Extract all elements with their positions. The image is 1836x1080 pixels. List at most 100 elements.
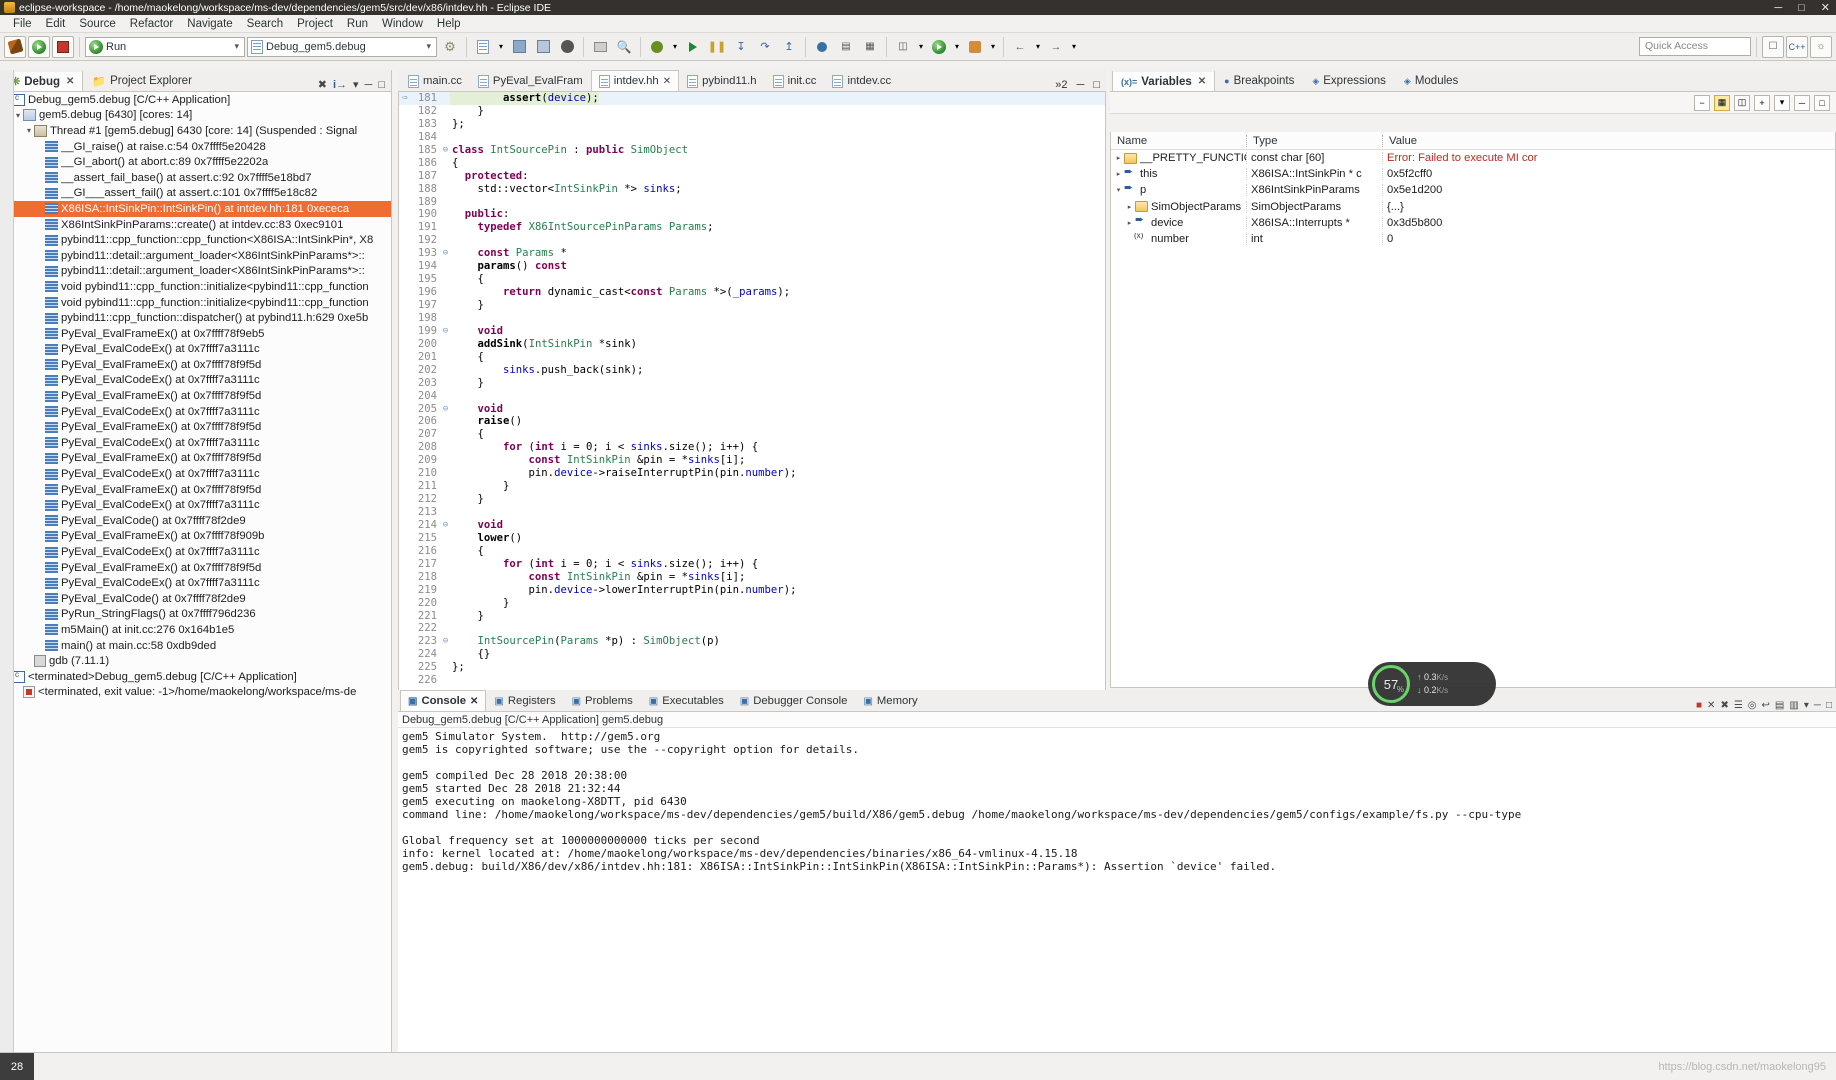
menu-item-navigate[interactable]: Navigate (180, 15, 239, 33)
close-icon[interactable]: ✕ (66, 76, 74, 87)
resume-debug-button[interactable] (682, 36, 704, 58)
back-dropdown[interactable]: ▾ (1033, 36, 1043, 58)
code-line[interactable]: 203 } (399, 377, 1105, 390)
menu-item-search[interactable]: Search (240, 15, 290, 33)
debug-tree-row[interactable]: pybind11::detail::argument_loader<X86Int… (0, 264, 391, 280)
editor-tab-overflow-badge[interactable]: »2 (1055, 79, 1067, 91)
expand-arrow-icon[interactable]: ▾ (13, 111, 23, 120)
debug-dropdown-button[interactable]: ▾ (670, 36, 680, 58)
forward-dropdown[interactable]: ▾ (1069, 36, 1079, 58)
code-line[interactable]: 216 { (399, 545, 1105, 558)
menu-item-source[interactable]: Source (72, 15, 122, 33)
layout-columns-icon[interactable]: ◫ (1734, 95, 1750, 111)
menu-item-file[interactable]: File (6, 15, 39, 33)
debug-stack-tree[interactable]: ▾Debug_gem5.debug [C/C++ Application]▾ge… (0, 92, 391, 1052)
tab-project-explorer[interactable]: 📁 Project Explorer (83, 70, 201, 91)
build-button[interactable] (4, 36, 26, 58)
menu-item-project[interactable]: Project (290, 15, 340, 33)
variables-table-row[interactable]: ▸thisX86ISA::IntSinkPin * c0x5f2cff0 (1111, 166, 1835, 182)
debug-tree-row[interactable]: PyEval_EvalCode() at 0x7ffff78f2de9 (0, 591, 391, 607)
code-line[interactable]: 217 for (int i = 0; i < sinks.size(); i+… (399, 558, 1105, 571)
forward-button[interactable]: → (1045, 36, 1067, 58)
debug-tree-row[interactable]: X86IntSinkPinParams::create() at intdev.… (0, 217, 391, 233)
fold-collapse-icon[interactable]: ⊖ (441, 325, 450, 338)
debug-tree-row[interactable]: PyEval_EvalFrameEx() at 0x7ffff78f9f5d (0, 451, 391, 467)
remove-launch-icon[interactable]: ✕ (1707, 700, 1715, 711)
new-dropdown-button[interactable]: ▾ (496, 36, 506, 58)
tab-problems[interactable]: ▣Problems (564, 690, 641, 711)
debug-tree-row[interactable]: PyEval_EvalFrameEx() at 0x7ffff78f9eb5 (0, 326, 391, 342)
code-line[interactable]: 196 return dynamic_cast<const Params *>(… (399, 286, 1105, 299)
run-external-button[interactable] (928, 36, 950, 58)
code-line[interactable]: 205⊖ void (399, 403, 1105, 416)
code-line[interactable]: 226 (399, 674, 1105, 687)
code-line[interactable]: 199⊖ void (399, 325, 1105, 338)
suspend-button[interactable]: ❚❚ (706, 36, 728, 58)
code-line[interactable]: 202 sinks.push_back(sink); (399, 364, 1105, 377)
code-line[interactable]: 200 addSink(IntSinkPin *sink) (399, 338, 1105, 351)
variables-table-row[interactable]: ▸SimObjectParamsSimObjectParams{...} (1111, 199, 1835, 215)
debug-tree-row[interactable]: PyEval_EvalCodeEx() at 0x7ffff7a3111c (0, 497, 391, 513)
close-icon[interactable]: ✕ (1198, 76, 1206, 87)
toggle-breakpoint-button[interactable] (811, 36, 833, 58)
code-line[interactable]: 210 pin.device->raiseInterruptPin(pin.nu… (399, 467, 1105, 480)
maximize-window-button[interactable]: □ (1798, 2, 1805, 14)
minimize-icon[interactable]: ─ (1077, 79, 1085, 91)
run-dropdown[interactable]: ▾ (952, 36, 962, 58)
editor-tab-pybind11-h[interactable]: pybind11.h (679, 70, 764, 91)
layout-grid-icon[interactable]: ▦ (1714, 95, 1730, 111)
expand-arrow-icon[interactable]: ▸ (1124, 203, 1135, 211)
debug-tree-row[interactable]: PyEval_EvalCodeEx() at 0x7ffff7a3111c (0, 373, 391, 389)
debug-tree-row[interactable]: main() at main.cc:58 0xdb9ded (0, 638, 391, 654)
debug-tree-row[interactable]: __GI_raise() at raise.c:54 0x7ffff5e2042… (0, 139, 391, 155)
new-watch-icon[interactable]: + (1754, 95, 1770, 111)
code-line[interactable]: 209 const IntSinkPin &pin = *sinks[i]; (399, 454, 1105, 467)
debug-tree-row[interactable]: pybind11::cpp_function::cpp_function<X86… (0, 232, 391, 248)
console-output[interactable]: gem5 Simulator System. http://gem5.orgge… (398, 728, 1836, 1052)
menu-item-edit[interactable]: Edit (39, 15, 73, 33)
debug-tree-row[interactable]: PyEval_EvalFrameEx() at 0x7ffff78f9f5d (0, 419, 391, 435)
code-line[interactable]: 190 public: (399, 208, 1105, 221)
debug-tree-row[interactable]: PyEval_EvalCodeEx() at 0x7ffff7a3111c (0, 404, 391, 420)
collapse-all-icon[interactable]: ✖ (318, 78, 327, 91)
menu-item-help[interactable]: Help (430, 15, 468, 33)
debug-tree-row[interactable]: ▾<terminated>Debug_gem5.debug [C/C++ App… (0, 669, 391, 685)
maximize-icon[interactable]: □ (378, 79, 385, 91)
code-line[interactable]: 224 {} (399, 648, 1105, 661)
editor-tab-intdev-cc[interactable]: intdev.cc (824, 70, 899, 91)
view-menu-icon[interactable]: ▾ (353, 78, 359, 91)
debug-tree-row[interactable]: <terminated, exit value: -1>/home/maokel… (0, 685, 391, 701)
debug-tree-row[interactable]: PyEval_EvalFrameEx() at 0x7ffff78f9f5d (0, 388, 391, 404)
code-line[interactable]: 221 } (399, 610, 1105, 623)
resume-button[interactable] (28, 36, 50, 58)
memory-button[interactable]: ▦ (859, 36, 881, 58)
step-return-button[interactable]: ↥ (778, 36, 800, 58)
perspective-button[interactable]: ◫ (892, 36, 914, 58)
view-menu-icon[interactable]: ▾ (1804, 700, 1809, 711)
debug-tree-row[interactable]: PyEval_EvalFrameEx() at 0x7ffff78f9f5d (0, 482, 391, 498)
code-line[interactable]: 212 } (399, 493, 1105, 506)
tab-memory[interactable]: ▣Memory (855, 690, 925, 711)
expand-arrow-icon[interactable]: ▾ (1113, 186, 1124, 194)
save-all-button[interactable] (532, 36, 554, 58)
editor-tab-init-cc[interactable]: init.cc (765, 70, 825, 91)
editor-tab-pyeval-evalfram[interactable]: PyEval_EvalFram (470, 70, 591, 91)
code-line[interactable]: ⇨181 assert(device); (399, 92, 1105, 105)
debug-tree-row[interactable]: PyRun_StringFlags() at 0x7ffff796d236 (0, 607, 391, 623)
minimize-icon[interactable]: ─ (365, 79, 373, 91)
code-line[interactable]: 183}; (399, 118, 1105, 131)
menu-item-refactor[interactable]: Refactor (123, 15, 180, 33)
debug-tree-row[interactable]: void pybind11::cpp_function::initialize<… (0, 279, 391, 295)
code-line[interactable]: 220 } (399, 597, 1105, 610)
code-line[interactable]: 186{ (399, 157, 1105, 170)
code-line[interactable]: 197 } (399, 299, 1105, 312)
minimize-icon[interactable]: ─ (1794, 95, 1810, 111)
debug-tree-row[interactable]: m5Main() at init.cc:276 0x164b1e5 (0, 622, 391, 638)
tab-variables[interactable]: (x)=Variables✕ (1112, 70, 1215, 91)
perspective-cpp-button[interactable]: C++ (1786, 36, 1808, 58)
code-line[interactable]: 223⊖ IntSourcePin(Params *p) : SimObject… (399, 635, 1105, 648)
chevron-down-icon[interactable]: ▾ (231, 41, 242, 52)
debug-tree-row[interactable]: gdb (7.11.1) (0, 653, 391, 669)
launch-mode-combo[interactable]: Run ▾ (85, 37, 245, 57)
code-line[interactable]: 191 typedef X86IntSourcePinParams Params… (399, 221, 1105, 234)
